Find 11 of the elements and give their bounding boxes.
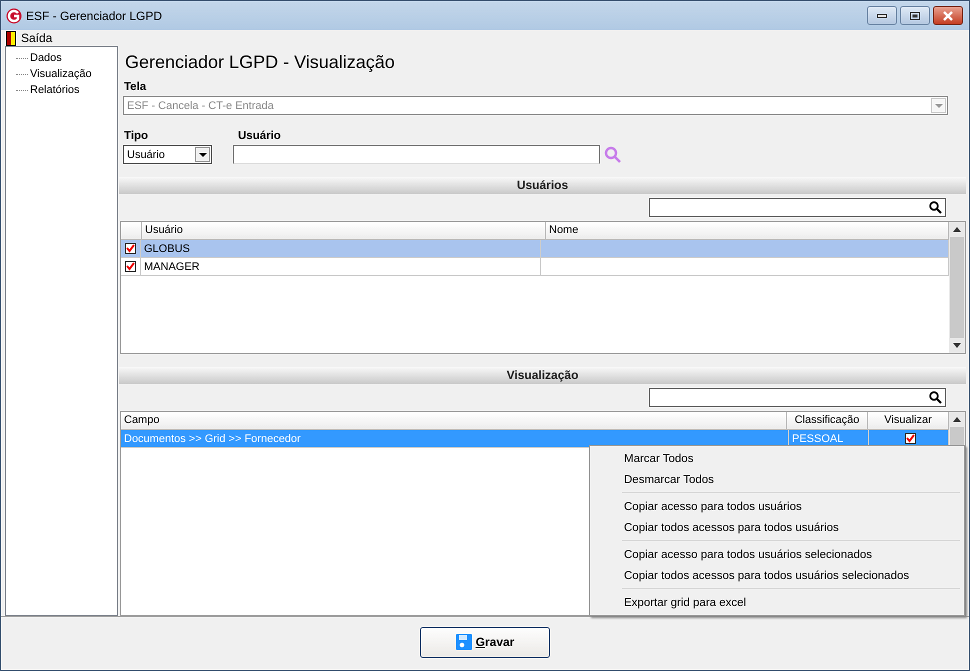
window-title: ESF - Gerenciador LGPD — [26, 8, 162, 22]
field-label: Usuário — [238, 130, 282, 143]
table-cell: MANAGER — [144, 260, 200, 272]
table-cell: PESSOAL — [792, 432, 844, 444]
table-cell: GLOBUS — [144, 242, 190, 254]
page-title: Gerenciador LGPD - Visualização — [125, 52, 396, 74]
field-label: Tipo — [124, 130, 150, 143]
field-label: Tela — [124, 81, 148, 94]
section-header: Visualização — [119, 367, 966, 384]
section-header: Usuários — [119, 177, 966, 194]
table-cell: Documentos >> Grid >> Fornecedor — [124, 432, 301, 444]
